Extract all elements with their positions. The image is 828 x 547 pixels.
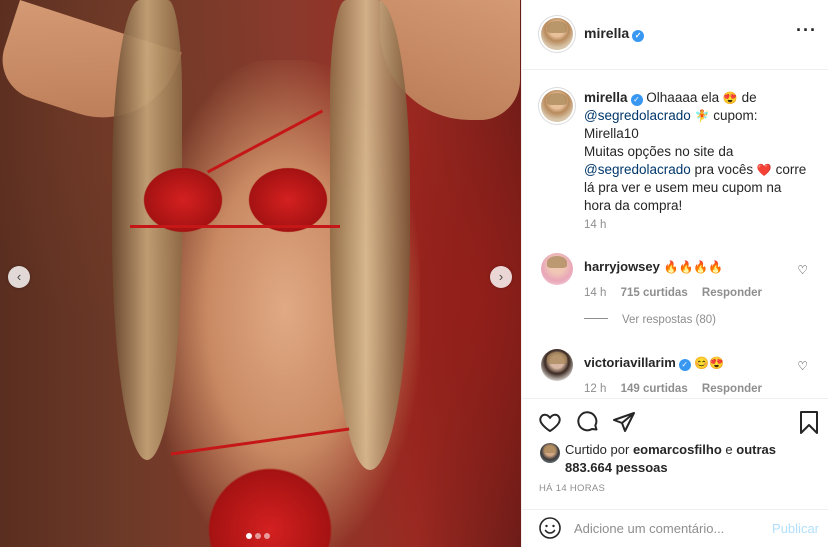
- caption-text: mirella ✓ Olhaaaa ela 😍 de @segredolacrad…: [584, 89, 808, 215]
- photo-strap: [130, 225, 340, 228]
- liked-by-user-link[interactable]: eomarcosfilho: [633, 442, 722, 457]
- caption-part: cupom:: [713, 108, 758, 123]
- post-header: mirella ✓ ···: [522, 0, 828, 70]
- comment-timestamp[interactable]: 14 h: [584, 287, 606, 299]
- share-paper-plane-icon[interactable]: [612, 410, 636, 434]
- liked-by-prefix: Curtido por: [565, 442, 630, 457]
- caption-username[interactable]: mirella: [584, 90, 628, 105]
- comment-meta: 14 h 715 curtidas Responder: [584, 287, 773, 299]
- comment-reply-button[interactable]: Responder: [702, 287, 762, 299]
- comment-reply-button[interactable]: Responder: [702, 383, 762, 395]
- caption-part: de: [741, 90, 757, 105]
- comment-likes-count[interactable]: 715 curtidas: [621, 287, 688, 299]
- verified-badge-icon: ✓: [632, 30, 645, 42]
- photo-hair-right: [330, 0, 410, 470]
- save-bookmark-icon[interactable]: [797, 410, 821, 434]
- carousel-indicator: [246, 533, 270, 539]
- heart-eyes-emoji-icon: 😍: [722, 91, 738, 105]
- comment-line: harryjowsey 🔥🔥🔥🔥: [584, 259, 723, 274]
- comment-likes-count[interactable]: 149 curtidas: [621, 383, 688, 395]
- more-options-button[interactable]: ···: [796, 20, 817, 41]
- like-heart-icon[interactable]: [538, 410, 562, 434]
- commenter-avatar[interactable]: [541, 349, 573, 381]
- carousel-next-button[interactable]: ›: [490, 266, 512, 288]
- comment-timestamp[interactable]: 12 h: [584, 383, 606, 395]
- author-username-row: mirella ✓: [584, 25, 645, 42]
- view-replies-button[interactable]: Ver respostas (80): [584, 314, 716, 326]
- liked-by-text: Curtido por eomarcosfilho e outras 883.6…: [565, 441, 795, 477]
- chevron-left-icon: ‹: [16, 269, 22, 284]
- verified-badge-icon: ✓: [630, 94, 643, 106]
- liker-avatar[interactable]: [540, 443, 560, 463]
- post-sidebar: mirella ✓ ··· mirella ✓ Olhaaaa ela 😍 de @…: [521, 0, 828, 547]
- comment-like-heart-icon[interactable]: ♡: [797, 263, 808, 277]
- caption-mention-link[interactable]: @segredolacrado: [584, 162, 691, 177]
- fire-emoji-icon: 🔥🔥🔥🔥: [663, 260, 724, 274]
- caption-mention-link[interactable]: @segredolacrado: [584, 108, 691, 123]
- publish-button[interactable]: Publicar: [772, 521, 819, 536]
- photo-lingerie-top: [128, 150, 343, 245]
- comment-like-heart-icon[interactable]: ♡: [797, 359, 808, 373]
- smile-emoji-icon: 😊😍: [694, 356, 725, 370]
- post-media[interactable]: ‹ ›: [0, 0, 521, 547]
- caption-part: Muitas opções no site da: [584, 144, 734, 159]
- liked-by-middle: e: [725, 442, 733, 457]
- replies-divider: [584, 318, 608, 319]
- caption-part: pra vocês: [694, 162, 754, 177]
- carousel-dot: [255, 533, 261, 539]
- author-username[interactable]: mirella: [584, 25, 629, 41]
- comment-username[interactable]: harryjowsey: [584, 259, 660, 274]
- comment-username[interactable]: victoriavillarim: [584, 355, 676, 370]
- comment-meta: 12 h 149 curtidas Responder: [584, 383, 773, 395]
- caption-part: Olhaaaa ela: [646, 90, 720, 105]
- emoji-picker-icon[interactable]: [538, 516, 562, 540]
- comment-bubble-icon[interactable]: [576, 410, 600, 434]
- verified-badge-icon: ✓: [678, 359, 691, 371]
- add-comment-input[interactable]: [574, 517, 754, 539]
- author-avatar[interactable]: [541, 18, 573, 50]
- caption-part: Mirella10: [584, 126, 639, 141]
- red-heart-emoji-icon: ❤️: [756, 163, 772, 177]
- post-timestamp[interactable]: HÁ 14 HORAS: [539, 483, 605, 494]
- view-replies-label: Ver respostas (80): [622, 314, 716, 326]
- carousel-dot: [264, 533, 270, 539]
- fairy-emoji-icon: 🧚: [694, 109, 710, 123]
- comment-line: victoriavillarim ✓ 😊😍: [584, 355, 724, 371]
- post-actions: Curtido por eomarcosfilho e outras 883.6…: [522, 398, 828, 547]
- chevron-right-icon: ›: [498, 269, 504, 284]
- caption-author-avatar[interactable]: [541, 90, 573, 122]
- caption-timestamp[interactable]: 14 h: [584, 219, 606, 231]
- carousel-dot: [246, 533, 252, 539]
- carousel-prev-button[interactable]: ‹: [8, 266, 30, 288]
- add-comment-bar: Publicar: [522, 509, 828, 547]
- commenter-avatar[interactable]: [541, 253, 573, 285]
